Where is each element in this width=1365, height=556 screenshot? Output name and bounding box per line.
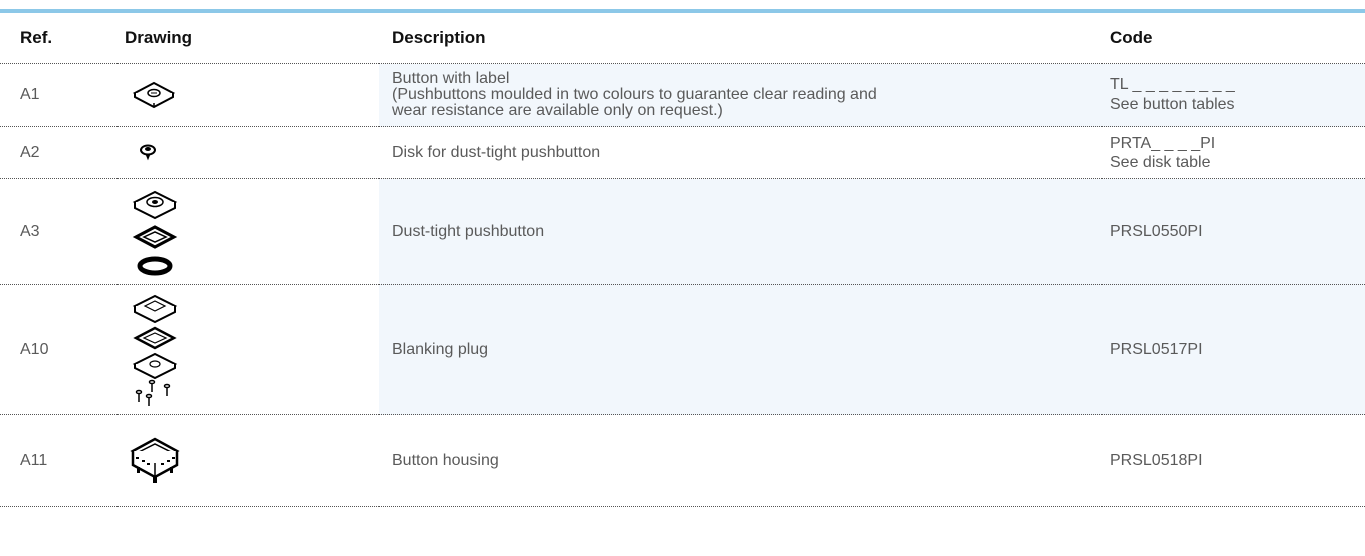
row-ref: A10 [0, 284, 117, 415]
description-line: Button housing [392, 451, 499, 469]
table-row: A11 Button housing PRSL0518PI [0, 414, 1365, 507]
row-code: PRTA_ _ _ _PI See disk table [1102, 126, 1365, 179]
row-drawing [117, 126, 379, 179]
row-drawing [117, 63, 379, 127]
table-header-row: Ref. Drawing Description Code [0, 13, 1365, 64]
header-ref: Ref. [0, 13, 117, 64]
row-description: Button with label (Pushbuttons moulded i… [379, 63, 1102, 127]
header-description: Description [379, 13, 1102, 64]
button-housing-icon [130, 437, 180, 483]
description-line: Blanking plug [392, 340, 489, 358]
description-line: Disk for dust-tight pushbutton [392, 143, 601, 161]
row-description: Blanking plug [379, 284, 1102, 415]
header-drawing: Drawing [117, 13, 379, 64]
description-line: (Pushbuttons moulded in two colours to g… [392, 86, 877, 103]
description-line: wear resistance are available only on re… [392, 102, 723, 119]
row-code: PRSL0518PI [1102, 414, 1365, 507]
row-ref: A2 [0, 126, 117, 179]
code-line: PRSL0517PI [1110, 340, 1203, 358]
table-row: A2 Disk for dust-tight pushbutton PRTA_ … [0, 126, 1365, 179]
row-drawing [117, 178, 379, 285]
parts-table: Ref. Drawing Description Code A1 Button … [0, 13, 1365, 507]
row-code: TL _ _ _ _ _ _ _ _ See button tables [1102, 63, 1365, 127]
table-row: A1 Button with label (Pushbuttons moulde… [0, 63, 1365, 127]
row-drawing [117, 414, 379, 507]
row-ref: A11 [0, 414, 117, 507]
row-description: Disk for dust-tight pushbutton [379, 126, 1102, 179]
button-with-label-icon [132, 81, 176, 109]
blanking-plug-icon [132, 294, 178, 406]
code-line: See button tables [1110, 96, 1235, 113]
header-code: Code [1102, 13, 1365, 64]
code-line: PRSL0550PI [1110, 222, 1203, 240]
disk-icon [140, 144, 156, 160]
code-line: TL _ _ _ _ _ _ _ _ [1110, 76, 1235, 93]
row-description: Button housing [379, 414, 1102, 507]
table-row: A10 Blanking plug PRSL0517PI [0, 284, 1365, 415]
row-description: Dust-tight pushbutton [379, 178, 1102, 285]
row-drawing [117, 284, 379, 415]
row-ref: A3 [0, 178, 117, 285]
dust-tight-pushbutton-icon [132, 190, 178, 275]
row-ref: A1 [0, 63, 117, 127]
description-line: Dust-tight pushbutton [392, 222, 545, 240]
code-line: PRTA_ _ _ _PI [1110, 134, 1216, 152]
description-line: Button with label [392, 70, 510, 87]
code-line: See disk table [1110, 153, 1211, 171]
code-line: PRSL0518PI [1110, 451, 1203, 469]
table-row: A3 Dust-tight pushbutton PRSL0550PI [0, 178, 1365, 285]
row-code: PRSL0517PI [1102, 284, 1365, 415]
row-code: PRSL0550PI [1102, 178, 1365, 285]
